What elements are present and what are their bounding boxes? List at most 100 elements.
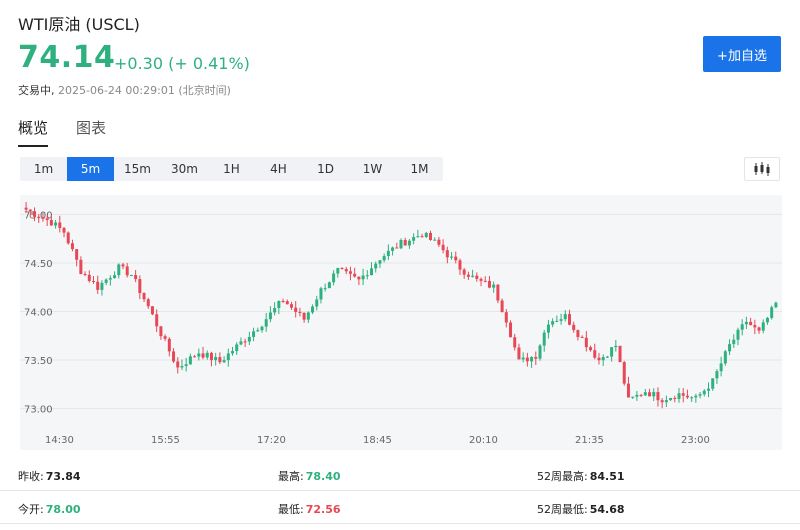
- interval-1m[interactable]: 1m: [20, 157, 67, 181]
- candle-body: [458, 260, 462, 270]
- candle-body: [75, 249, 79, 260]
- candle-body: [555, 320, 559, 322]
- stat-52w-low: 52周最低: 54.68: [537, 501, 625, 517]
- candle-body: [289, 304, 293, 308]
- candle-body: [610, 347, 614, 357]
- candle-body: [664, 400, 668, 403]
- candle-body: [104, 279, 108, 283]
- candle-body: [702, 390, 706, 395]
- interval-5m[interactable]: 5m: [67, 157, 114, 181]
- stat-value: 78.40: [305, 470, 341, 483]
- candle-body: [770, 307, 774, 318]
- candle-body: [643, 392, 647, 396]
- candle-body: [222, 360, 226, 363]
- candle-body: [466, 274, 470, 277]
- x-tick-label: 21:35: [575, 435, 604, 446]
- candle-body: [648, 392, 652, 397]
- candle-body: [407, 240, 411, 246]
- candle-body: [70, 243, 74, 250]
- candle-body: [357, 276, 361, 280]
- candle-body: [28, 209, 32, 212]
- candle-body: [605, 356, 609, 358]
- candle-body: [433, 239, 437, 241]
- interval-selector: 1m 5m 15m 30m 1H 4H 1D 1W 1M: [20, 157, 443, 181]
- candle-body: [100, 282, 104, 290]
- candle-body: [471, 275, 475, 277]
- candle-body: [172, 351, 176, 362]
- candle-body: [761, 322, 765, 331]
- stat-label: 52周最低:: [537, 503, 588, 516]
- candle-body: [281, 300, 285, 302]
- candle-body: [83, 274, 87, 276]
- candle-body: [487, 280, 491, 288]
- candle-body: [193, 356, 197, 358]
- candle-body: [340, 267, 344, 270]
- candle-body: [142, 293, 146, 300]
- interval-15m[interactable]: 15m: [114, 157, 161, 181]
- candle-body: [450, 256, 454, 258]
- candle-body: [365, 275, 369, 277]
- candle-body: [302, 312, 306, 320]
- interval-1d[interactable]: 1D: [302, 157, 349, 181]
- stat-label: 昨收:: [18, 470, 44, 483]
- candle-body: [315, 299, 319, 307]
- candle-body: [774, 302, 778, 308]
- chart-type-button[interactable]: [744, 157, 780, 181]
- stat-label: 最高:: [278, 470, 304, 483]
- candle-body: [631, 396, 635, 398]
- candle-body: [66, 232, 70, 244]
- candle-body: [361, 275, 365, 280]
- candle-body: [378, 260, 382, 264]
- candle-body: [218, 357, 222, 363]
- candle-body: [163, 336, 167, 339]
- add-to-watchlist-button[interactable]: +加自选: [703, 36, 781, 72]
- candle-body: [728, 344, 732, 352]
- interval-1h[interactable]: 1H: [208, 157, 255, 181]
- candle-body: [188, 356, 192, 365]
- candle-body: [49, 220, 53, 226]
- candle-body: [740, 324, 744, 330]
- candle-body: [129, 275, 133, 277]
- candle-body: [551, 321, 555, 325]
- candle-body: [264, 319, 268, 327]
- candle-body: [538, 345, 542, 359]
- candle-body: [391, 247, 395, 251]
- tab-chart[interactable]: 图表: [76, 117, 106, 147]
- candle-body: [618, 345, 622, 363]
- interval-1w[interactable]: 1W: [349, 157, 396, 181]
- interval-30m[interactable]: 30m: [161, 157, 208, 181]
- last-price: 74.14: [18, 40, 116, 75]
- candle-body: [546, 324, 550, 333]
- y-tick-label: 74.50: [24, 259, 53, 270]
- candle-body: [441, 244, 445, 251]
- view-tabs: 概览 图表: [18, 117, 106, 147]
- candle-body: [273, 308, 277, 313]
- candle-body: [521, 357, 525, 360]
- candle-body: [247, 336, 251, 342]
- x-tick-label: 15:55: [151, 435, 180, 446]
- candle-body: [150, 306, 154, 315]
- candle-body: [715, 371, 719, 379]
- candle-body: [121, 264, 125, 267]
- candle-body: [496, 284, 500, 301]
- candle-body: [681, 393, 685, 396]
- candle-body: [669, 397, 673, 401]
- candle-body: [597, 357, 601, 361]
- candle-body: [239, 341, 243, 345]
- instrument-title: WTI原油 (USCL): [18, 15, 140, 34]
- price-chart[interactable]: 73.0073.5074.0074.5075.0014:3015:5517:20…: [20, 195, 782, 450]
- candle-body: [395, 247, 399, 249]
- candle-body: [403, 239, 407, 246]
- interval-1mo[interactable]: 1M: [396, 157, 443, 181]
- candle-body: [41, 217, 45, 219]
- candle-body: [62, 227, 66, 233]
- y-tick-label: 74.00: [24, 308, 53, 319]
- candle-body: [736, 329, 740, 340]
- candle-body: [500, 300, 504, 313]
- tab-overview[interactable]: 概览: [18, 117, 49, 147]
- price-change: +0.30 (+ 0.41%): [114, 54, 250, 73]
- interval-4h[interactable]: 4H: [255, 157, 302, 181]
- candle-body: [509, 322, 513, 338]
- candle-body: [765, 317, 769, 323]
- candle-body: [79, 259, 83, 275]
